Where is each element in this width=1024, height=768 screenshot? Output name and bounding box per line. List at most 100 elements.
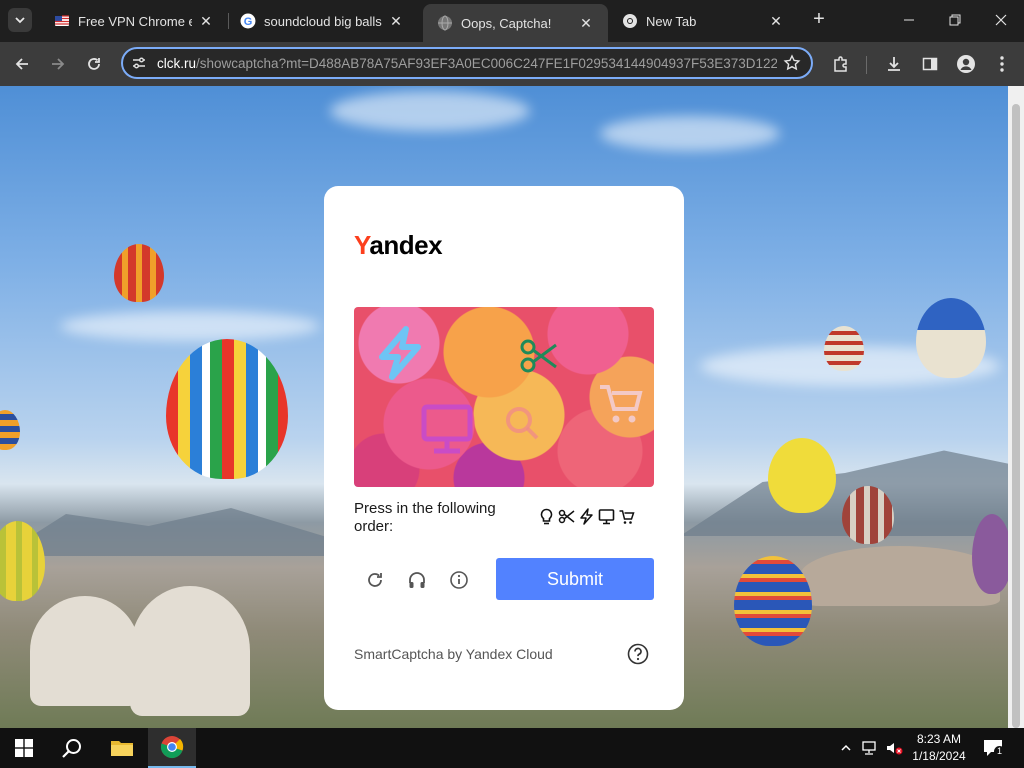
cart-icon[interactable] [596,379,644,427]
more-vert-icon [1000,56,1004,72]
toolbar-divider [866,56,867,74]
monitor-icon[interactable] [420,403,474,457]
help-button[interactable] [627,643,649,665]
site-info-icon[interactable] [131,55,147,76]
lightning-icon[interactable] [372,325,428,381]
tab-vpn[interactable]: Free VPN Chrome exte ✕ [40,6,228,36]
captcha-footer: SmartCaptcha by Yandex Cloud [354,646,553,662]
reload-icon [88,58,100,70]
refresh-captcha-button[interactable] [363,568,387,592]
clock-date: 1/18/2024 [912,749,966,763]
new-tab-button[interactable]: + [808,9,830,31]
scissors-icon[interactable] [518,335,560,377]
headphones-icon [409,572,425,588]
plus-icon: + [813,8,825,30]
hot-air-balloon [768,438,836,513]
audio-captcha-button[interactable] [405,568,429,592]
lightning-icon [578,508,595,525]
volume-button[interactable] [884,738,904,758]
chrome-icon [622,13,638,29]
arrow-left-icon [15,58,28,70]
scissors-icon [558,508,575,525]
close-icon [995,14,1007,26]
url-path: /showcaptcha?mt=D488AB78A75AF93EF3A0EC00… [196,56,777,71]
search-icon [62,739,81,758]
tab-search-button[interactable] [8,8,32,32]
tab-captcha[interactable]: Oops, Captcha! ✕ [423,4,608,42]
windows-logo-icon [15,739,33,757]
page-scrollbar[interactable] [1008,86,1024,728]
browser-toolbar: clck.ru/showcaptcha?mt=D488AB78A75AF93EF… [0,42,1024,86]
close-window-button[interactable] [978,0,1024,40]
tab-title: New Tab [646,13,697,29]
hot-air-balloon [166,339,288,479]
arrow-right-icon [52,58,65,70]
search-button[interactable] [48,728,96,768]
system-clock[interactable]: 8:23 AM 1/18/2024 [908,731,970,765]
mountain-range [0,508,330,556]
minimize-button[interactable] [886,0,932,40]
clock-time: 8:23 AM [916,732,962,746]
start-button[interactable] [0,728,48,768]
forward-button[interactable] [46,52,70,76]
restore-button[interactable] [932,0,978,40]
info-button[interactable] [447,568,471,592]
notifications-button[interactable]: 1 [982,738,1005,758]
hot-air-balloon [842,486,894,544]
file-explorer-button[interactable] [98,728,146,768]
puzzle-icon [834,56,847,72]
close-tab-icon[interactable]: ✕ [768,13,784,29]
tab-strip: Free VPN Chrome exte ✕ G soundcloud big … [0,0,1024,42]
captcha-prompt: Press in the following order: [354,500,496,535]
cart-icon [618,508,635,525]
network-icon [862,741,876,755]
restore-icon [949,14,961,26]
vpn-extension-icon [54,13,70,29]
close-tab-icon[interactable]: ✕ [578,15,594,31]
help-icon [627,643,649,665]
captcha-image[interactable] [354,307,654,487]
url-host: clck.ru [157,56,197,71]
show-hidden-icons-button[interactable] [836,738,856,758]
chevron-down-icon [15,17,25,24]
volume-muted-icon [887,743,903,755]
close-tab-icon[interactable]: ✕ [198,13,214,29]
hot-air-balloon [734,556,812,646]
reload-button[interactable] [82,52,106,76]
globe-icon [437,15,453,31]
tab-new-tab[interactable]: New Tab ✕ [608,6,798,36]
side-panel-button[interactable] [918,52,942,76]
google-icon: G [240,13,256,29]
scrollbar-thumb[interactable] [1012,104,1020,728]
hot-air-balloon [972,514,1008,594]
downloads-button[interactable] [882,52,906,76]
rock-formation [30,596,140,706]
monitor-icon [598,508,615,525]
captcha-card: Yandex Press in the following order: Sub… [324,186,684,710]
svg-text:G: G [244,16,253,28]
back-button[interactable] [10,52,34,76]
search-icon[interactable] [502,403,542,443]
menu-button[interactable] [990,52,1014,76]
cloud [600,116,780,151]
chrome-icon [160,736,184,759]
rock-formation [130,586,250,716]
network-button[interactable] [860,738,880,758]
chrome-taskbar-button[interactable] [148,728,196,768]
rock-formation [800,546,1000,606]
chevron-up-icon [841,744,851,751]
hot-air-balloon [916,298,986,378]
address-bar[interactable]: clck.ru/showcaptcha?mt=D488AB78A75AF93EF… [121,47,813,79]
avatar-icon [957,55,975,73]
notification-count-badge: 1 [994,746,1005,757]
tab-soundcloud[interactable]: G soundcloud big balls - ✕ [226,6,418,36]
close-tab-icon[interactable]: ✕ [388,13,404,29]
download-icon [888,57,900,71]
bulb-icon [538,508,555,525]
profile-button[interactable] [954,52,978,76]
info-icon [450,571,468,589]
extensions-button[interactable] [829,52,853,76]
submit-button[interactable]: Submit [496,558,654,600]
bookmark-star-icon[interactable] [783,54,801,77]
cloud [330,91,530,131]
